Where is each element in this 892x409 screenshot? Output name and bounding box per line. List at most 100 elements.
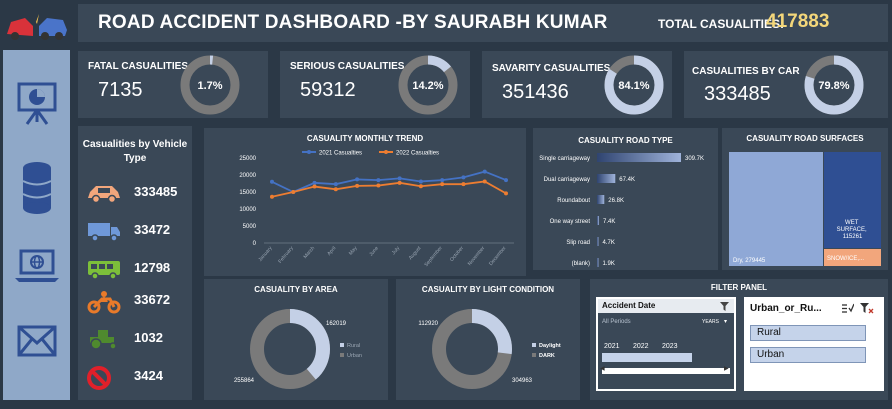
y-tick-label: 5000 bbox=[243, 224, 257, 230]
road-type-card: CASUALITY ROAD TYPE Single carriageway 30… bbox=[533, 128, 718, 270]
bar-category-label: (blank) bbox=[572, 261, 590, 267]
legend-2022: 2022 Casualties bbox=[396, 151, 439, 157]
total-casualties-value: 417883 bbox=[766, 11, 830, 32]
vehicle-value: 333485 bbox=[134, 184, 178, 199]
x-tick-label: August bbox=[408, 245, 423, 261]
svg-text:1.7%: 1.7% bbox=[197, 80, 222, 92]
slicer-option-rural[interactable]: Rural bbox=[750, 325, 866, 341]
data-point bbox=[418, 179, 423, 184]
vehicle-row-other: 3424 bbox=[78, 362, 192, 392]
road-surface-treemap: Dry, 279445 WET SURFACE, 115261 SNOW/ICE… bbox=[729, 152, 881, 266]
bar bbox=[597, 174, 616, 183]
kpi-label: CASUALITIES BY CAR bbox=[692, 66, 800, 77]
bar-value-label: 67.4K bbox=[619, 177, 635, 183]
y-tick-label: 0 bbox=[253, 241, 257, 247]
x-tick-label: April bbox=[326, 245, 337, 257]
dashboard-header: ROAD ACCIDENT DASHBOARD -BY SAURABH KUMA… bbox=[78, 4, 888, 42]
year-label: 2022 bbox=[633, 343, 649, 350]
legend-swatch bbox=[340, 343, 344, 347]
timeline-scrollbar[interactable]: ◀ ▶ bbox=[600, 365, 730, 374]
data-point bbox=[482, 179, 487, 184]
kpi-label: SERIOUS CASUALITIES bbox=[290, 61, 405, 72]
bar bbox=[597, 258, 599, 267]
accident-date-timeline[interactable]: Accident Date All Periods YEARS ▾ 2021 2… bbox=[596, 297, 736, 391]
slicer-option-urban[interactable]: Urban bbox=[750, 347, 866, 363]
bar-category-label: Roundabout bbox=[557, 198, 590, 204]
y-tick-label: 20000 bbox=[239, 173, 256, 179]
bar-value-label: 309.7K bbox=[685, 156, 704, 162]
scroll-left-icon[interactable]: ◀ bbox=[600, 365, 605, 372]
vehicle-row-tractor: 1032 bbox=[78, 324, 192, 354]
vehicle-row-car: 333485 bbox=[78, 178, 192, 208]
data-point bbox=[291, 190, 296, 194]
bar bbox=[597, 216, 600, 225]
treemap-dry bbox=[729, 152, 823, 266]
truck-icon bbox=[88, 223, 120, 242]
legend-label: DARK bbox=[539, 353, 555, 359]
vehicle-row-motorcycle: 33672 bbox=[78, 286, 192, 316]
bar bbox=[597, 153, 681, 162]
kpi-value: 351436 bbox=[502, 81, 569, 103]
vehicle-row-truck: 33472 bbox=[78, 216, 192, 246]
years-dropdown[interactable]: YEARS bbox=[702, 319, 719, 325]
legend-swatch bbox=[532, 353, 536, 357]
data-point bbox=[376, 183, 381, 188]
x-tick-label: July bbox=[391, 245, 402, 256]
multi-select-icon[interactable] bbox=[842, 303, 854, 314]
left-nav-rail bbox=[0, 0, 73, 409]
motorcycle-icon bbox=[87, 291, 121, 314]
bar-value-label: 7.4K bbox=[603, 219, 615, 225]
x-tick-label: October bbox=[449, 245, 465, 263]
kpi-card-car: CASUALITIES BY CAR 333485 79.8% bbox=[684, 51, 888, 118]
urban-rural-slicer[interactable]: Urban_or_Ru... Rural Urban bbox=[744, 297, 884, 391]
vehicle-value: 12798 bbox=[134, 260, 171, 275]
y-tick-label: 15000 bbox=[239, 190, 256, 196]
x-tick-label: November bbox=[467, 245, 487, 267]
date-slicer-title: Accident Date bbox=[602, 301, 656, 310]
kpi-card-severity: SAVARITY CASUALITIES 351436 84.1% bbox=[482, 51, 672, 118]
page-title: ROAD ACCIDENT DASHBOARD -BY SAURABH KUMA… bbox=[98, 12, 608, 33]
light-card: CASUALITY BY LIGHT CONDITION 112920 30496… bbox=[396, 279, 580, 400]
x-tick-label: March bbox=[303, 245, 317, 260]
data-point bbox=[397, 180, 402, 185]
x-tick-label: January bbox=[257, 245, 273, 263]
year-label: 2021 bbox=[604, 343, 620, 350]
vehicle-value: 33672 bbox=[134, 292, 171, 307]
mail-icon[interactable] bbox=[0, 325, 73, 357]
treemap-dry-label: Dry, 279445 bbox=[733, 258, 766, 264]
scroll-right-icon[interactable]: ▶ bbox=[724, 365, 729, 372]
laptop-globe-icon[interactable] bbox=[0, 248, 73, 284]
data-point bbox=[355, 183, 360, 188]
data-point bbox=[270, 194, 274, 199]
area-slicer-title: Urban_or_Ru... bbox=[750, 303, 822, 314]
presentation-chart-icon[interactable] bbox=[0, 80, 73, 126]
car-crash-icon[interactable] bbox=[0, 8, 73, 44]
chevron-down-icon[interactable]: ▾ bbox=[724, 318, 727, 325]
bar-value-label: 1.9K bbox=[603, 261, 615, 267]
legend-label: Urban bbox=[347, 353, 362, 359]
timeline-bar[interactable] bbox=[602, 353, 692, 362]
area-donut-chart: 162019 255864 Rural Urban bbox=[234, 309, 362, 389]
filter-clear-icon[interactable] bbox=[860, 303, 874, 314]
vehicle-type-panel: Casualities by Vehicle Type 333485 33472… bbox=[78, 126, 192, 400]
road-type-chart: Single carriageway 309.7K Dual carriageway… bbox=[539, 153, 704, 267]
treemap-snow-label: SNOW/ICE,... bbox=[827, 256, 864, 262]
legend-2021: 2021 Casualties bbox=[319, 151, 362, 157]
bar-value-label: 26.8K bbox=[608, 198, 624, 204]
filter-clear-icon[interactable] bbox=[720, 302, 729, 311]
y-tick-label: 10000 bbox=[239, 207, 256, 213]
data-point bbox=[397, 176, 402, 181]
kpi-ring: 14.2% bbox=[398, 55, 458, 115]
vehicle-value: 33472 bbox=[134, 222, 171, 237]
database-icon[interactable] bbox=[0, 160, 73, 216]
legend-swatch bbox=[532, 343, 536, 347]
x-tick-label: February bbox=[277, 245, 295, 265]
light-donut-chart: 112920 304963 Daylight DARK bbox=[418, 309, 561, 389]
bar-category-label: Slip road bbox=[566, 240, 590, 246]
vehicle-value: 1032 bbox=[134, 330, 163, 345]
chart-title: CASUALITY ROAD SURFACES bbox=[746, 134, 864, 143]
data-point bbox=[504, 178, 508, 183]
svg-text:14.2%: 14.2% bbox=[412, 80, 443, 92]
kpi-ring: 79.8% bbox=[804, 55, 864, 115]
kpi-ring: 84.1% bbox=[604, 55, 664, 115]
